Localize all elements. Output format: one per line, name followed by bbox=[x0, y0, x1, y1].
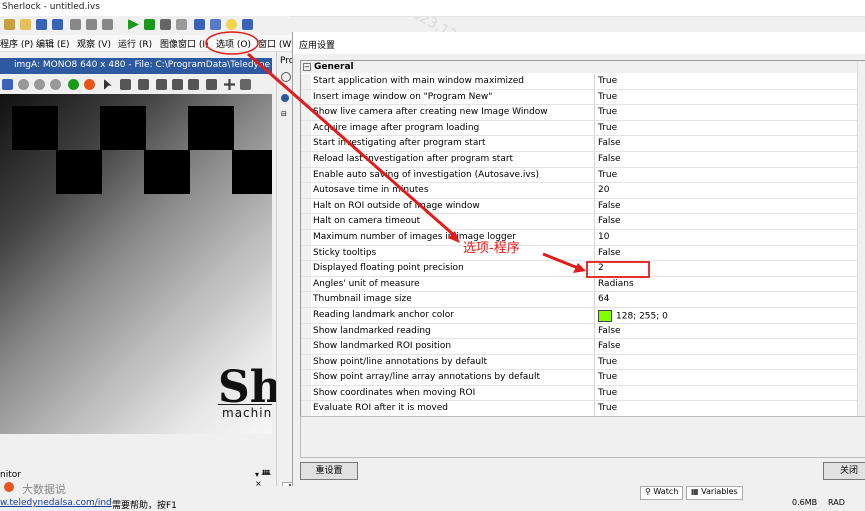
annotation-label: 选项-程序 bbox=[463, 241, 520, 256]
annotation-circle bbox=[205, 31, 259, 55]
annotation-highlight-box bbox=[586, 261, 650, 278]
annotation-arrow-line bbox=[247, 52, 456, 238]
annotation-overlay bbox=[205, 31, 650, 278]
annotation-arrow-line bbox=[542, 252, 579, 270]
